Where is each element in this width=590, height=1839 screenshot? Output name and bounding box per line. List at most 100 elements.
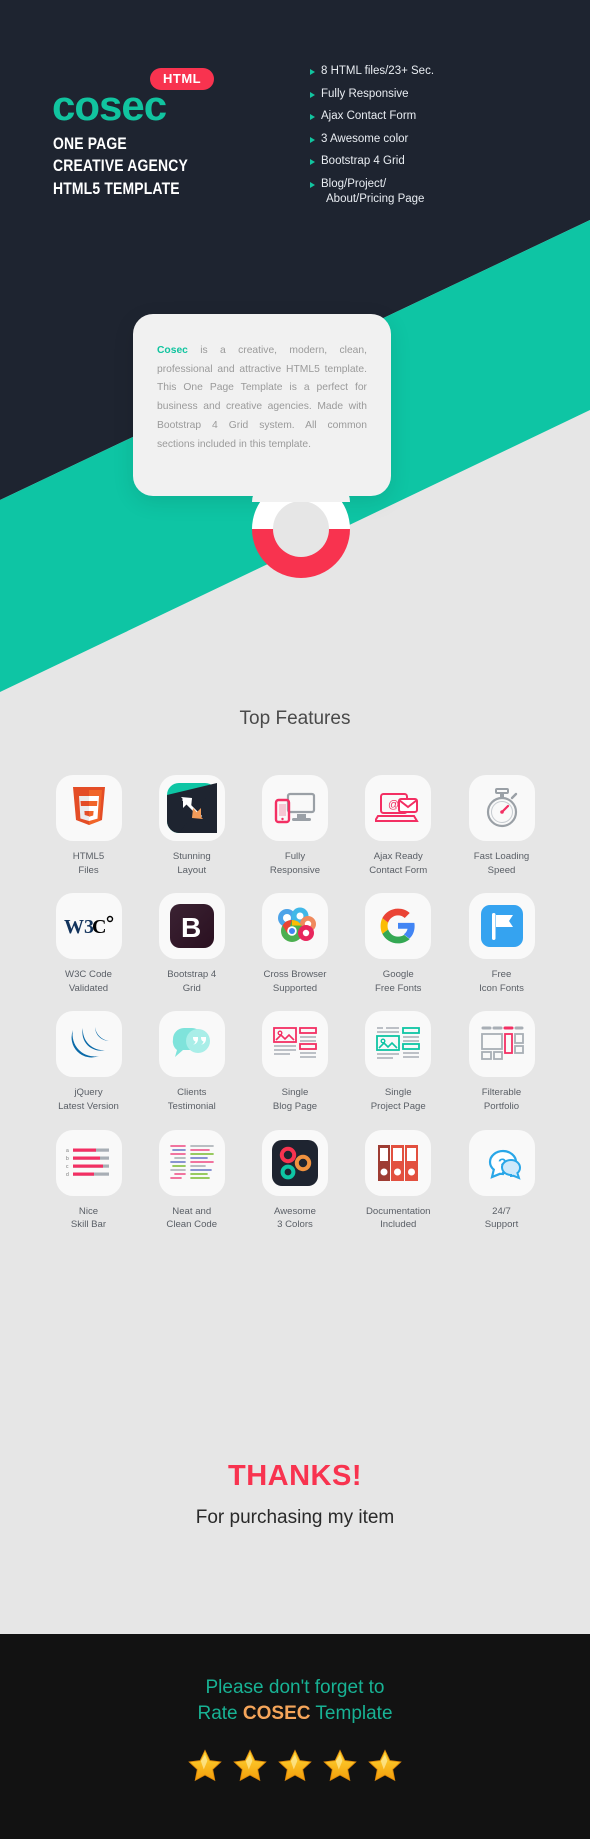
svg-text:a: a (66, 1148, 69, 1154)
poster-page: HTML cosec ONE PAGE CREATIVE AGENCY HTML… (0, 0, 590, 1839)
description-text: Cosec is a creative, modern, clean, prof… (157, 342, 367, 454)
feature-cell[interactable]: Google Free Fonts (356, 893, 441, 995)
w3c-icon: W3 C (55, 893, 122, 960)
feature-label: Filterable Portfolio (481, 1087, 522, 1113)
feature-cell[interactable]: jQuery Latest Version (46, 1011, 131, 1113)
hero-feature-item: Fully Responsive (310, 87, 434, 101)
feature-label: Cross Browser Supported (263, 969, 327, 994)
svg-text:c: c (66, 1164, 69, 1170)
feature-cell[interactable]: @ Ajax Ready Contact Form (356, 775, 441, 877)
hero-feature-label: 8 HTML files/23+ Sec. (321, 65, 435, 77)
triangle-bullet-icon (310, 159, 315, 165)
feature-label: Fast Loading Speed (473, 851, 530, 876)
star-icon[interactable] (277, 1748, 313, 1784)
hero-feature-label: Bootstrap 4 Grid (321, 155, 405, 167)
feature-cell[interactable]: Free Icon Fonts (459, 893, 544, 995)
bootstrap-icon: B (158, 893, 225, 960)
three-colors-icon (262, 1129, 328, 1196)
description-body: is a creative, modern, clean, profession… (157, 345, 367, 450)
feature-cell[interactable]: W3 C W3C Code Validated (46, 893, 131, 995)
star-icon[interactable] (322, 1748, 358, 1784)
blog-page-icon (262, 1011, 328, 1078)
feature-label: Nice Skill Bar (70, 1205, 107, 1231)
hero-title-line-1: ONE PAGE (53, 134, 127, 153)
triangle-bullet-icon (310, 91, 315, 98)
project-page-icon (365, 1011, 432, 1078)
stunning-layout-icon (158, 775, 225, 841)
feature-cell[interactable]: Cross Browser Supported (253, 893, 338, 995)
star-icon[interactable] (367, 1748, 403, 1784)
clean-code-icon (158, 1129, 225, 1196)
footer-rate-prefix: Rate (197, 1702, 243, 1724)
feature-label: Fully Responsive (269, 851, 321, 876)
feature-label: Awesome 3 Colors (274, 1205, 316, 1231)
triangle-bullet-icon (310, 69, 315, 75)
feature-label: HTML5 Files (72, 851, 105, 876)
description-brand: Cosec (157, 345, 188, 356)
feature-cell[interactable]: Fast Loading Speed (459, 775, 544, 877)
feature-label: Neat and Clean Code (166, 1205, 218, 1231)
svg-text:@: @ (388, 799, 399, 811)
browsers-icon (262, 893, 328, 960)
feature-cell[interactable]: Fully Responsive (253, 775, 338, 877)
feature-cell[interactable]: Awesome 3 Colors (253, 1129, 338, 1232)
support-question-icon: ? (468, 1129, 535, 1196)
features-row: abcd Nice Skill Bar Neat and Clean Code Aw… (46, 1129, 544, 1232)
footer-rate-suffix: Template (310, 1702, 393, 1724)
star-icon[interactable] (232, 1748, 268, 1784)
feature-label: Documentation Included (365, 1205, 431, 1231)
svg-text:d: d (66, 1172, 69, 1178)
feature-cell[interactable]: B Bootstrap 4 Grid (149, 893, 234, 995)
feature-label: Google Free Fonts (375, 969, 422, 994)
feature-cell[interactable]: Filterable Portfolio (459, 1011, 544, 1113)
svg-text:b: b (66, 1156, 69, 1162)
triangle-bullet-icon (310, 136, 315, 143)
svg-text:B: B (181, 912, 201, 943)
triangle-bullet-icon (310, 114, 315, 120)
description-card: Cosec is a creative, modern, clean, prof… (133, 314, 391, 496)
skill-bar-icon: abcd (55, 1129, 122, 1196)
feature-cell[interactable]: abcd Nice Skill Bar (46, 1129, 131, 1232)
star-rating[interactable] (0, 1748, 590, 1784)
testimonial-chat-icon (158, 1011, 225, 1078)
features-row: jQuery Latest Version Clients Testimonial … (46, 1011, 544, 1113)
hero-feature-sublabel: About/Pricing Page (326, 193, 425, 205)
feature-label: Single Project Page (370, 1087, 426, 1113)
hero-feature-label: Blog/Project/ (321, 177, 387, 190)
hero-feature-label: Ajax Contact Form (321, 110, 417, 122)
footer-line-2: Rate COSEC Template (0, 1701, 590, 1727)
hero-feature-item: Bootstrap 4 Grid (310, 155, 434, 168)
hero-feature-label: Fully Responsive (321, 87, 409, 100)
feature-label: jQuery Latest Version (58, 1087, 119, 1113)
features-row: W3 C W3C Code Validated B Bootstrap 4 Grid … (46, 893, 544, 995)
hero-feature-label: 3 Awesome color (321, 132, 409, 145)
features-row: HTML5 Files Stunning Layout Fully Responsiv… (46, 775, 544, 877)
flag-icon (468, 893, 535, 960)
feature-cell[interactable]: Documentation Included (356, 1129, 441, 1232)
ring-card-overlap-mask (252, 480, 350, 502)
feature-label: Ajax Ready Contact Form (369, 851, 428, 876)
feature-cell[interactable]: Clients Testimonial (149, 1011, 234, 1113)
hero-feature-item: Blog/Project/ About/Pricing Page (310, 177, 434, 206)
feature-cell[interactable]: Stunning Layout (149, 775, 234, 877)
feature-cell[interactable]: ? 24/7 Support (459, 1129, 544, 1232)
feature-cell[interactable]: Neat and Clean Code (149, 1129, 234, 1232)
features-section-title: Top Features (239, 708, 351, 729)
triangle-bullet-icon (310, 181, 315, 188)
hero-feature-item: 3 Awesome color (310, 132, 434, 146)
feature-label: Bootstrap 4 Grid (167, 969, 217, 994)
feature-cell[interactable]: Single Blog Page (253, 1011, 338, 1113)
star-icon[interactable] (187, 1748, 223, 1784)
footer-section: Please don't forget to Rate COSEC Templa… (0, 1634, 590, 1839)
jquery-icon (55, 1011, 122, 1078)
hero-feature-item: Ajax Contact Form (310, 110, 434, 123)
responsive-devices-icon (262, 775, 328, 841)
thanks-section: THANKS! For purchasing my item (0, 1460, 590, 1529)
hero-feature-list: 8 HTML files/23+ Sec. Fully Responsive A… (310, 65, 435, 217)
stopwatch-icon (468, 775, 535, 841)
hero-title-line-3: HTML5 TEMPLATE (53, 178, 180, 198)
feature-label: Stunning Layout (172, 851, 211, 876)
feature-cell[interactable]: Single Project Page (356, 1011, 441, 1113)
logo-cosec: cosec (52, 82, 167, 129)
feature-cell[interactable]: HTML5 Files (46, 775, 131, 877)
